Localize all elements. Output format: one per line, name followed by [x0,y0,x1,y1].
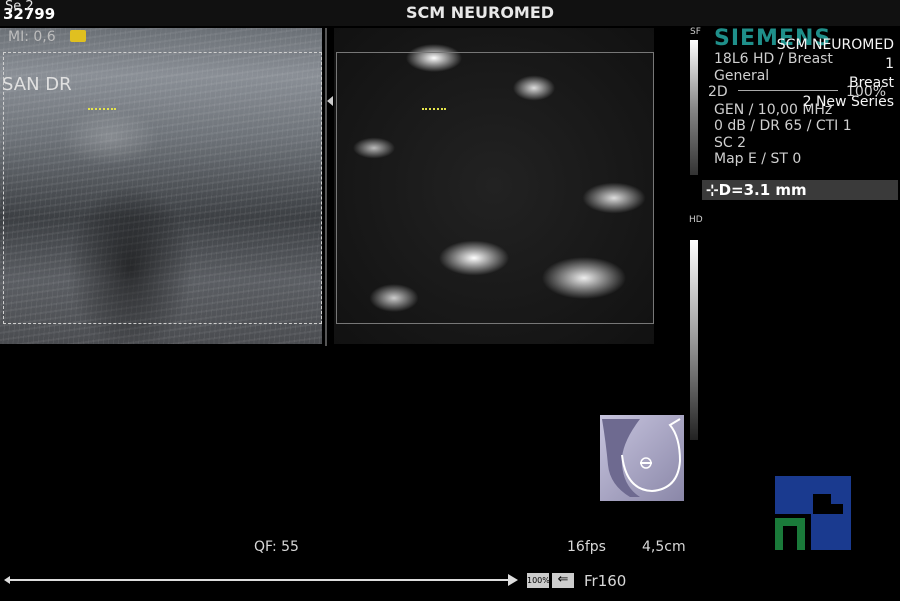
back-arrow-icon[interactable]: ⇐ [552,573,574,588]
hd-scale-bar [690,240,698,440]
qf-readout: QF: 55 [254,539,299,555]
map-label: Map E / ST 0 [714,151,802,167]
fps-readout: 16fps [567,539,606,555]
mode-separator [738,90,838,91]
mi-readout: MI: 0,6 [8,29,56,45]
caliper-line[interactable] [88,108,116,110]
bodymarker-graphic [602,418,682,497]
neuromed-logo-icon [775,476,851,550]
cine-play-icon[interactable] [508,574,518,586]
measurement-readout: ⊹D=3.1 mm [706,181,807,199]
institution-name: SCM NEUROMED [776,37,894,53]
mi-badge-icon [70,30,86,42]
cine-timeline[interactable] [8,579,513,581]
series-name: 2 New Series [802,94,894,110]
measurement-value: D=3.1 mm [718,181,807,199]
preset-label: General [714,68,770,84]
elasto-roi-box [336,52,654,324]
orientation-label: SAN DR [2,74,72,95]
mi-label: MI: [8,29,29,45]
center-title: SCM NEUROMED [405,3,555,22]
sc-label: SC 2 [714,135,747,151]
neuromed-logo-graphic [775,476,851,550]
mode-label: 2D [708,84,728,100]
zoom-button[interactable]: 100% [527,573,550,588]
frame-readout: Fr160 [584,572,627,590]
focus-marker-icon [327,96,333,106]
mi-value: 0,6 [33,29,56,45]
caliper-cross-icon: ⊹ [706,181,719,199]
institution-number: 1 [885,56,894,72]
breast-bodymarker-icon[interactable] [600,415,684,501]
caliper-line-right [422,108,446,110]
transducer-label: 18L6 HD / Breast [714,51,833,67]
series-label: Se 2 [5,0,34,14]
sf-scale-bar [690,40,698,175]
gain-label: 0 dB / DR 65 / CTI 1 [714,118,852,134]
depth-readout: 4,5cm [642,539,686,555]
sf-label: SF [690,27,701,37]
exam-label: Breast [848,75,894,91]
hd-label: HD [689,215,703,225]
panel-divider [325,28,327,346]
